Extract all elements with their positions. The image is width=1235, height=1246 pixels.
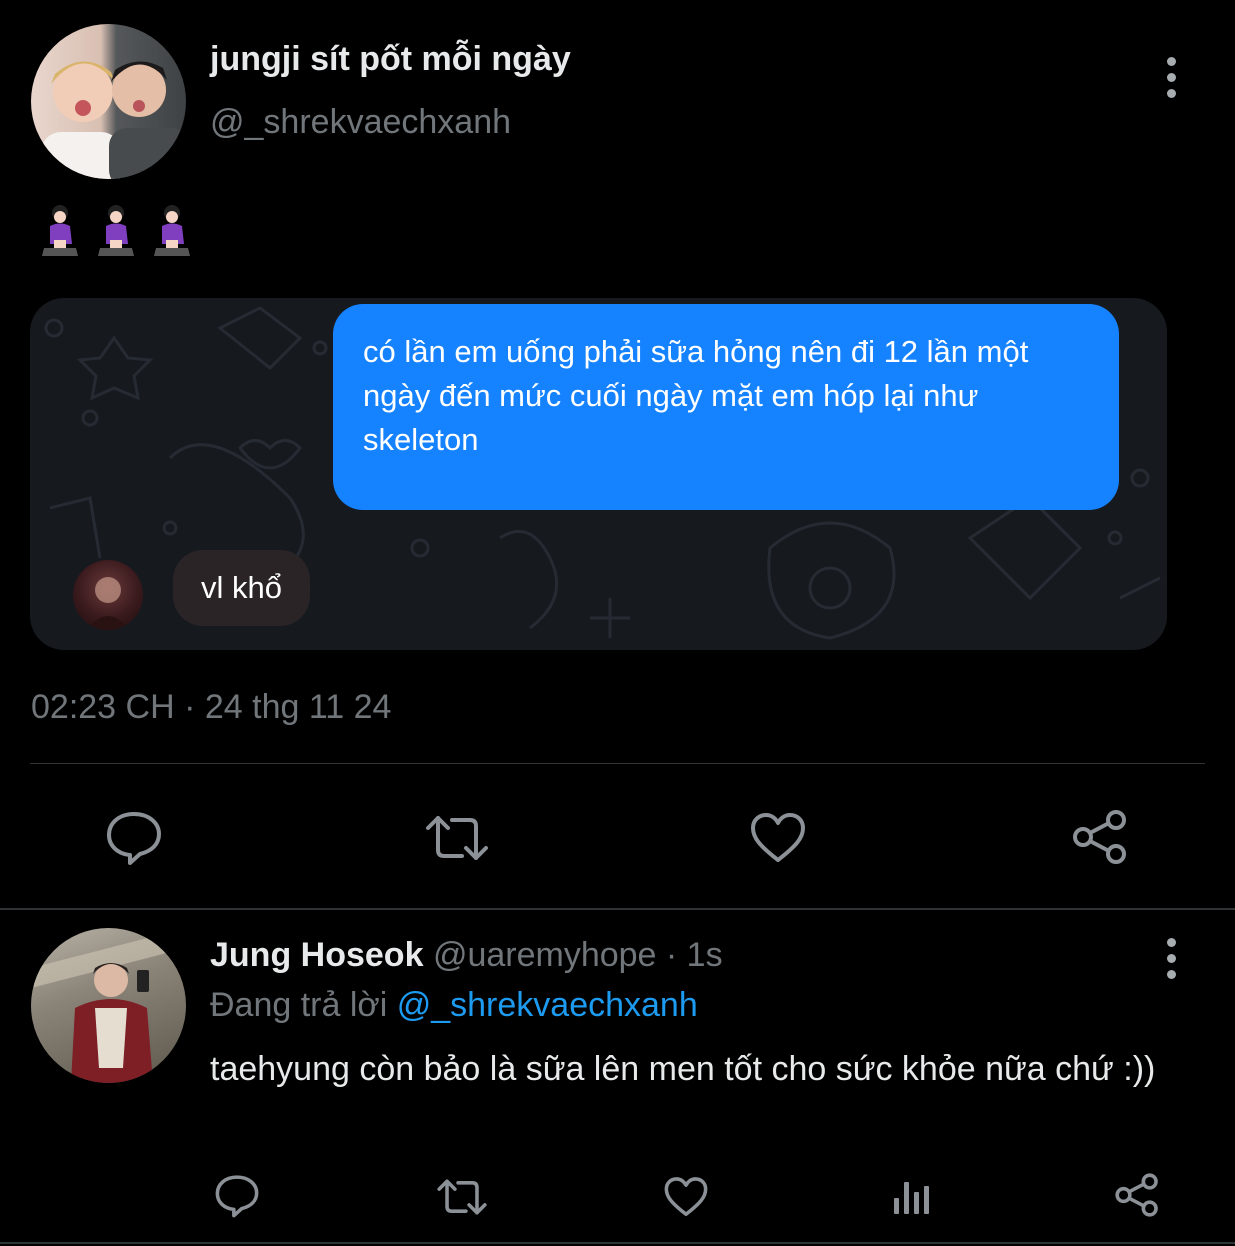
reply-text: taehyung còn bảo là sữa lên men tốt cho … [210, 1050, 1156, 1088]
chat-contact-avatar [73, 560, 143, 630]
reply-author-avatar[interactable] [31, 928, 186, 1083]
reply-retweet-icon[interactable] [436, 1176, 488, 1218]
author-display-name[interactable]: jungji sít pốt mỗi ngày [210, 40, 571, 79]
reply-share-icon[interactable] [1114, 1172, 1160, 1218]
outgoing-message-bubble: có lần em uống phải sữa hỏng nên đi 12 l… [333, 304, 1119, 510]
author-handle[interactable]: @_shrekvaechxanh [210, 103, 511, 142]
kneeling-person-icon [42, 205, 78, 256]
post-divider [30, 763, 1205, 764]
kneeling-person-icon [98, 205, 134, 256]
reply-header: Jung Hoseok @uaremyhope · 1s [210, 936, 723, 975]
reply-icon[interactable] [105, 810, 163, 866]
chat-screenshot-media[interactable]: có lần em uống phải sữa hỏng nên đi 12 l… [30, 298, 1167, 650]
reply-reply-icon[interactable] [214, 1174, 260, 1218]
thread-divider [0, 908, 1235, 910]
author-avatar[interactable] [31, 24, 186, 179]
like-icon[interactable] [750, 812, 806, 864]
reply-display-name[interactable]: Jung Hoseok [210, 936, 423, 974]
reply-like-icon[interactable] [664, 1176, 708, 1218]
views-icon[interactable] [892, 1176, 932, 1216]
more-options-icon[interactable] [1165, 57, 1177, 98]
share-icon[interactable] [1071, 808, 1129, 866]
bottom-divider [0, 1242, 1235, 1244]
incoming-message-bubble: vl khổ [173, 550, 310, 626]
replying-to-prefix: Đang trả lời [210, 986, 388, 1024]
replying-to-line: Đang trả lời @_shrekvaechxanh [210, 986, 698, 1025]
reply-more-options-icon[interactable] [1165, 938, 1177, 979]
replying-to-link[interactable]: @_shrekvaechxanh [397, 986, 698, 1024]
kneeling-person-icon [154, 205, 190, 256]
retweet-icon[interactable] [424, 812, 490, 864]
avatar-photo [41, 61, 186, 179]
reply-handle-time[interactable]: @uaremyhope · 1s [433, 936, 723, 974]
reply-avatar-photo [31, 928, 186, 1083]
post-timestamp[interactable]: 02:23 CH · 24 thg 11 24 [31, 688, 391, 727]
